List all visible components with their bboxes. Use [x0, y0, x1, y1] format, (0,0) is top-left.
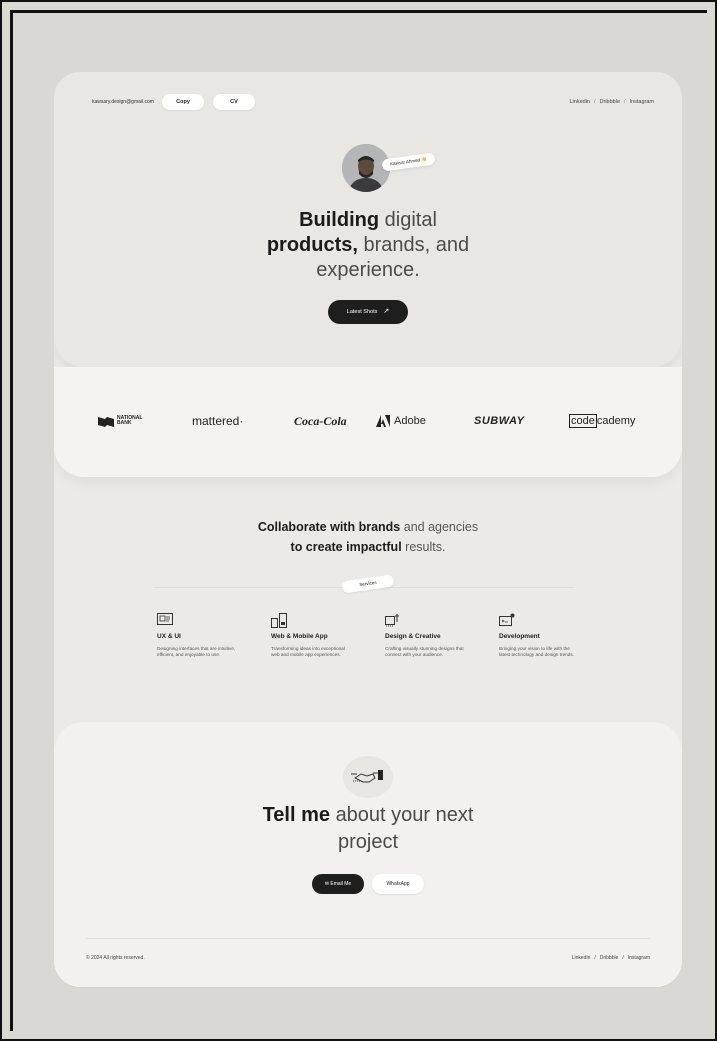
handshake-icon: [343, 756, 393, 798]
mail-icon: ✉: [324, 881, 329, 887]
national-bank-logo: NATIONAL BANK: [98, 412, 142, 430]
service-description: Transforming ideas into exceptional web …: [271, 646, 345, 657]
hero-title: Building digital products, brands, and e…: [54, 208, 682, 283]
email-me-label: Email Me: [330, 881, 352, 887]
cv-button[interactable]: CV: [213, 94, 255, 110]
latest-shots-button[interactable]: Latest Shots ↗: [328, 300, 408, 324]
name-tag: Kawsar Ahmed 👋: [381, 152, 436, 172]
logo-text: Adobe: [394, 415, 426, 427]
headline-bold: to create impactful: [290, 540, 402, 554]
service-description: Designing interfaces that are intuitive,…: [157, 646, 236, 657]
services-section: Collaborate with brands and agencies to …: [54, 477, 682, 722]
codecademy-logo: code cademy: [569, 412, 635, 430]
contact-section: Tell me about your next project ✉ Email …: [54, 722, 682, 987]
frame-border-left: [10, 10, 13, 1031]
cocacola-logo: Coca-Cola: [294, 413, 347, 428]
service-design-creative: Design & Creative Crafting visually stun…: [385, 613, 465, 658]
dribbble-link[interactable]: Dribbble: [600, 99, 620, 105]
services-tag: Services: [341, 574, 395, 594]
client-logos: NATIONAL BANK mattered· Coca-Cola Adobe S…: [54, 367, 682, 477]
linkedin-link[interactable]: Linkedin: [569, 99, 590, 105]
arrow-up-right-icon: ↗: [383, 308, 390, 315]
portfolio-page: kawsary.design@gmail.com Copy CV Linkedi…: [54, 72, 682, 987]
service-title: Development: [499, 633, 540, 640]
design-icon: [385, 613, 465, 629]
hero-title-light: brands, and: [363, 234, 470, 256]
service-title: UX & UI: [157, 633, 181, 640]
contact-title-light: about your next: [335, 804, 474, 826]
headline-light: and agencies: [403, 520, 479, 534]
whatsapp-button[interactable]: WhatsApp: [372, 874, 424, 894]
hero-title-bold: Building: [299, 209, 380, 231]
instagram-link[interactable]: Instagram: [630, 99, 654, 105]
logo-text: cademy: [596, 415, 636, 427]
headline-light: results.: [405, 540, 446, 554]
email-address: kawsary.design@gmail.com: [92, 99, 154, 105]
flag-icon: [98, 416, 114, 427]
service-ux-ui: UX & UI Designing interfaces that are in…: [157, 613, 237, 658]
header-social-links: Linkedin / Dribbble / Instagram: [569, 99, 654, 105]
dribbble-link[interactable]: Dribbble: [600, 955, 619, 961]
frame-border-top: [10, 10, 707, 13]
services-headline: Collaborate with brands and agencies to …: [54, 517, 682, 557]
service-description: Crafting visually stunning designs that …: [385, 646, 464, 657]
contact-title: Tell me about your next project: [54, 802, 682, 856]
service-web-mobile: Web & Mobile App Transforming ideas into…: [271, 613, 351, 658]
hero-title-light: experience.: [316, 259, 420, 281]
copyright-text: © 2024 All rights reserved.: [86, 955, 145, 961]
hero-title-bold: products,: [266, 234, 358, 256]
footer-divider: [86, 938, 650, 939]
ux-ui-icon: [157, 613, 237, 629]
adobe-icon: [376, 415, 390, 427]
development-icon: [499, 613, 579, 629]
separator: /: [594, 955, 596, 961]
logo-text: code: [569, 414, 597, 428]
contact-title-bold: Tell me: [262, 804, 330, 826]
adobe-logo: Adobe: [376, 412, 426, 430]
separator: /: [593, 99, 596, 105]
separator: /: [622, 955, 624, 961]
instagram-link[interactable]: Instagram: [628, 955, 650, 961]
latest-shots-label: Latest Shots: [346, 309, 378, 315]
service-title: Web & Mobile App: [271, 633, 328, 640]
logo-text: BANK: [117, 420, 132, 426]
separator: /: [624, 99, 626, 105]
footer-social-links: Linkedin / Dribbble / Instagram: [572, 955, 650, 961]
subway-logo: SUBWAY: [474, 415, 525, 427]
service-description: Bringing your vision to life with the la…: [499, 646, 575, 657]
contact-title-light: project: [337, 831, 399, 853]
linkedin-link[interactable]: Linkedin: [572, 955, 591, 961]
service-development: Development Bringing your vision to life…: [499, 613, 579, 658]
hero-title-light: digital: [384, 209, 437, 231]
devices-icon: [271, 613, 351, 629]
hero-section: kawsary.design@gmail.com Copy CV Linkedi…: [54, 72, 682, 367]
headline-bold: Collaborate with brands: [257, 520, 401, 534]
mattered-logo: mattered·: [192, 414, 244, 428]
top-bar: kawsary.design@gmail.com Copy CV Linkedi…: [92, 94, 654, 112]
email-me-button[interactable]: ✉ Email Me: [312, 874, 364, 894]
copy-button[interactable]: Copy: [162, 94, 204, 110]
service-title: Design & Creative: [385, 633, 441, 640]
